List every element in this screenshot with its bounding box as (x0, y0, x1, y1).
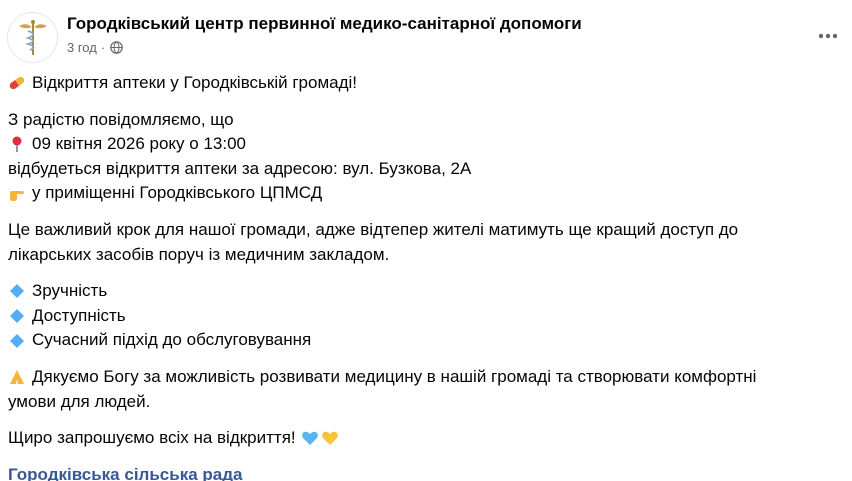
paragraph-line: лікарських засобів поруч із медичним зак… (8, 243, 836, 268)
location-text: у приміщенні Городківського ЦПМСД (32, 183, 323, 203)
intro-text: З радістю повідомляємо, що (8, 109, 234, 129)
medical-caduceus-logo-icon (18, 19, 47, 55)
post-title-line: Відкриття аптеки у Городківській громаді… (8, 71, 836, 96)
invite-text: Щиро запрошуємо всіх на відкриття! (8, 428, 296, 448)
bullet-text: Зручність (32, 281, 108, 301)
meta-separator: · (100, 40, 106, 55)
date-text: 09 квітня 2026 року о 13:00 (32, 134, 247, 154)
thanks-line: умови для людей. (8, 390, 836, 415)
globe-icon[interactable] (110, 41, 123, 54)
folded-hands-icon (8, 368, 26, 386)
post-content: Відкриття аптеки у Городківській громаді… (8, 71, 836, 481)
paragraph-text: лікарських засобів поруч із медичним зак… (8, 244, 390, 264)
location-line: у приміщенні Городківського ЦПМСД (8, 181, 836, 206)
post-title: Відкриття аптеки у Городківській громаді… (32, 73, 358, 92)
point-right-icon (8, 185, 26, 203)
post-meta: 3 год · (67, 40, 123, 55)
invite-line: Щиро запрошуємо всіх на відкриття! (8, 426, 836, 451)
bullet-item: Доступність (8, 304, 836, 329)
thanks-line: Дякуємо Богу за можливість розвивати мед… (8, 365, 836, 390)
thanks-text: умови для людей. (8, 391, 151, 411)
pin-icon (8, 135, 26, 153)
yellow-heart-icon (321, 432, 338, 446)
blue-diamond-icon (8, 282, 26, 300)
more-horizontal-icon (818, 33, 838, 39)
paragraph-line: Це важливий крок для нашої громади, адже… (8, 218, 836, 243)
post-time[interactable]: 3 год (67, 40, 97, 55)
date-line: 09 квітня 2026 року о 13:00 (8, 132, 836, 157)
facebook-post: Городківський центр первинної медико-сан… (0, 0, 852, 481)
paragraph-text: Це важливий крок для нашої громади, адже… (8, 219, 739, 239)
avatar[interactable] (7, 12, 58, 63)
post-header: Городківський центр первинної медико-сан… (7, 12, 852, 64)
more-options-button[interactable] (816, 24, 840, 48)
page-name-link[interactable]: Городківський центр первинної медико-сан… (67, 14, 582, 34)
address-line: відбудеться відкриття аптеки за адресою:… (8, 157, 836, 182)
blue-diamond-icon (8, 332, 26, 350)
mention-line: Городківська сільська рада (8, 463, 836, 481)
mention-link[interactable]: Городківська сільська рада (8, 463, 242, 481)
bullet-item: Сучасний підхід до обслуговування (8, 328, 836, 353)
hearts (301, 429, 339, 447)
bullet-text: Сучасний підхід до обслуговування (32, 330, 312, 350)
thanks-text: Дякуємо Богу за можливість розвивати мед… (32, 366, 757, 386)
address-text: відбудеться відкриття аптеки за адресою:… (8, 158, 472, 178)
blue-diamond-icon (8, 307, 26, 325)
pill-icon (8, 74, 26, 92)
blue-heart-icon (301, 432, 318, 446)
bullet-text: Доступність (32, 305, 126, 325)
intro-line: З радістю повідомляємо, що (8, 108, 836, 133)
bullet-item: Зручність (8, 279, 836, 304)
